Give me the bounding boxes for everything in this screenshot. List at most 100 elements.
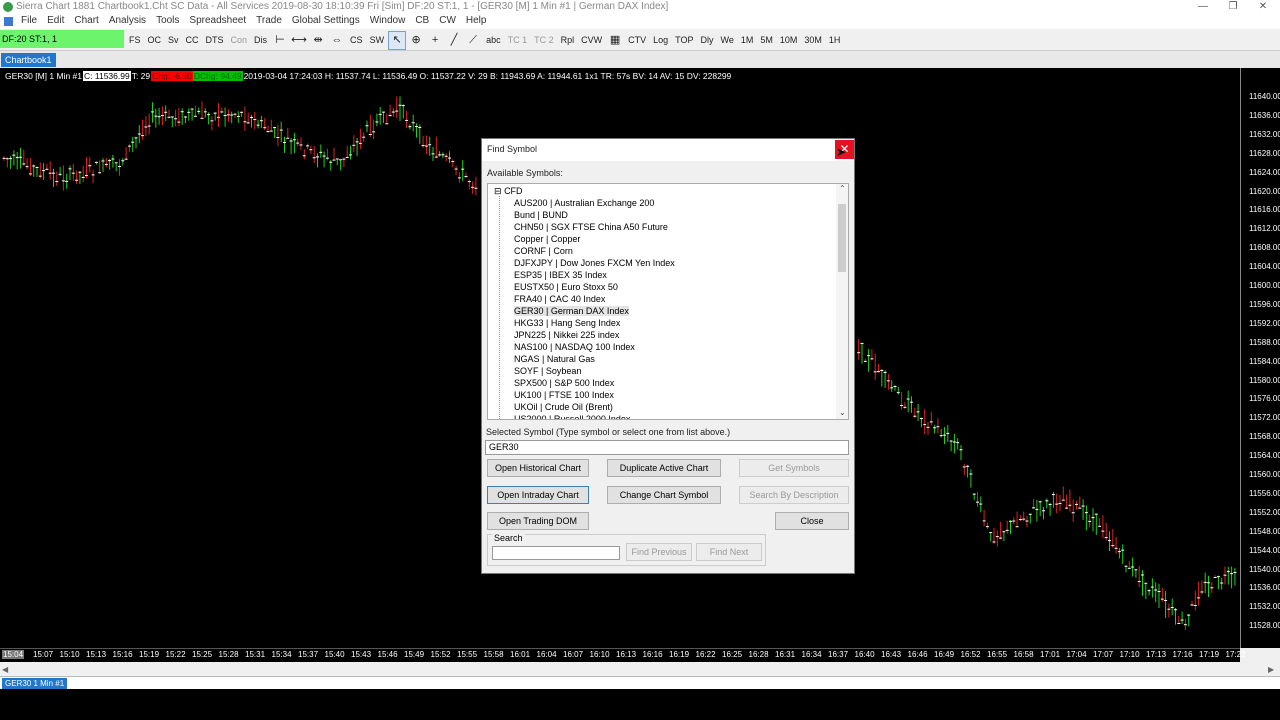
scrollbar-thumb[interactable] xyxy=(838,204,846,272)
menu-chart[interactable]: Chart xyxy=(69,15,103,26)
tab-chartbook1[interactable]: Chartbook1 xyxy=(1,53,56,67)
change-chart-symbol-button[interactable]: Change Chart Symbol xyxy=(607,486,721,504)
tree-root-cfd[interactable]: ⊟ CFD xyxy=(494,186,523,197)
menu-analysis[interactable]: Analysis xyxy=(104,15,151,26)
30m-button[interactable]: 30M xyxy=(801,31,825,50)
daily-button[interactable]: Dly xyxy=(698,31,717,50)
expand-width-icon[interactable]: ⟷ xyxy=(290,31,308,50)
symbol-list-item[interactable]: NAS100 | NASDAQ 100 Index xyxy=(514,342,635,352)
scale-width-icon[interactable]: ⊢ xyxy=(271,31,289,50)
close-window-button[interactable]: ✕ xyxy=(1248,0,1278,14)
get-symbols-button[interactable]: Get Symbols xyxy=(739,459,849,477)
info-symbol: GER30 [M] 1 Min #1 xyxy=(5,71,83,81)
ray-tool-icon[interactable]: ⟋ xyxy=(464,31,482,50)
symbol-list-item[interactable]: NGAS | Natural Gas xyxy=(514,354,595,364)
tc1-button[interactable]: TC 1 xyxy=(505,31,531,50)
horizontal-scrollbar[interactable]: ◀ ▶ xyxy=(0,662,1280,676)
symbol-list-item[interactable]: US2000 | Russell 2000 Index xyxy=(514,414,630,419)
symbol-list-item[interactable]: CHN50 | SGX FTSE China A50 Future xyxy=(514,222,668,232)
crosshair-icon[interactable]: ⊕ xyxy=(407,31,425,50)
minimize-button[interactable]: — xyxy=(1188,0,1218,14)
cross-icon[interactable]: + xyxy=(426,31,444,50)
compress-width-icon[interactable]: ⇹ xyxy=(309,31,327,50)
replay-button[interactable]: Rpl xyxy=(558,31,578,50)
symbol-list-item[interactable]: FRA40 | CAC 40 Index xyxy=(514,294,605,304)
sv-button[interactable]: Sv xyxy=(165,31,182,50)
symbol-list-item[interactable]: JPN225 | Nikkei 225 index xyxy=(514,330,619,340)
symbol-list-item[interactable]: EUSTX50 | Euro Stoxx 50 xyxy=(514,282,618,292)
symbol-list-item[interactable]: SOYF | Soybean xyxy=(514,366,581,376)
fs-button[interactable]: FS xyxy=(126,31,144,50)
duplicate-active-chart-button[interactable]: Duplicate Active Chart xyxy=(607,459,721,477)
open-historical-chart-button[interactable]: Open Historical Chart xyxy=(487,459,589,477)
symbol-list-item[interactable]: DJFXJPY | Dow Jones FXCM Yen Index xyxy=(514,258,675,268)
chart-menu-icon[interactable] xyxy=(4,17,13,26)
5m-button[interactable]: 5M xyxy=(757,31,776,50)
sw-button[interactable]: SW xyxy=(367,31,388,50)
available-symbols-label: Available Symbols: xyxy=(487,168,563,178)
cc-button[interactable]: CC xyxy=(183,31,202,50)
text-tool-button[interactable]: abc xyxy=(483,31,504,50)
log-button[interactable]: Log xyxy=(650,31,671,50)
symbol-list-item[interactable]: CORNF | Corn xyxy=(514,246,573,256)
oc-button[interactable]: OC xyxy=(145,31,165,50)
weekly-button[interactable]: We xyxy=(718,31,737,50)
open-intraday-chart-button[interactable]: Open Intraday Chart xyxy=(487,486,589,504)
price-tick-label: 11628.00 xyxy=(1249,148,1280,158)
symbol-list-item[interactable]: UK100 | FTSE 100 Index xyxy=(514,390,614,400)
menu-trade[interactable]: Trade xyxy=(251,15,287,26)
scroll-up-icon[interactable]: ⌃ xyxy=(839,184,846,193)
menu-cb[interactable]: CB xyxy=(410,15,434,26)
price-bar xyxy=(1170,598,1174,616)
tab-ger30-chart[interactable]: GER30 1 Min #1 xyxy=(2,678,68,689)
close-button[interactable]: Close xyxy=(775,512,849,530)
symbol-list-item[interactable]: SPX500 | S&P 500 Index xyxy=(514,378,614,388)
menu-tools[interactable]: Tools xyxy=(151,15,184,26)
symbol-list-item[interactable]: Copper | Copper xyxy=(514,234,580,244)
find-next-button[interactable]: Find Next xyxy=(696,543,762,561)
line-tool-icon[interactable]: ╱ xyxy=(445,31,463,50)
symbol-list-item[interactable]: AUS200 | Australian Exchange 200 xyxy=(514,198,654,208)
symbol-list-item[interactable]: Bund | BUND xyxy=(514,210,568,220)
pointer-icon[interactable]: ↖ xyxy=(388,31,407,50)
tc2-button[interactable]: TC 2 xyxy=(531,31,557,50)
selected-symbol-input[interactable]: GER30 xyxy=(485,440,849,455)
search-by-description-button[interactable]: Search By Description xyxy=(739,486,849,504)
menu-global-settings[interactable]: Global Settings xyxy=(287,15,365,26)
symbol-list-item[interactable]: UKOil | Crude Oil (Brent) xyxy=(514,402,613,412)
scroll-right-icon[interactable]: ▶ xyxy=(1268,665,1274,674)
1m-button[interactable]: 1M xyxy=(738,31,757,50)
restore-button[interactable]: ❐ xyxy=(1218,0,1248,14)
price-tick-label: 11620.00 xyxy=(1249,186,1280,196)
1h-button[interactable]: 1H xyxy=(826,31,844,50)
cs-button[interactable]: CS xyxy=(347,31,366,50)
menu-help[interactable]: Help xyxy=(461,15,492,26)
search-input[interactable] xyxy=(492,546,620,560)
connect-button[interactable]: Con xyxy=(228,31,251,50)
collapse-icon[interactable]: ⊟ xyxy=(494,186,502,196)
move-width-icon[interactable]: ⇔ xyxy=(328,31,346,50)
symbol-list-item[interactable]: GER30 | German DAX Index xyxy=(514,306,629,316)
top-button[interactable]: TOP xyxy=(672,31,696,50)
scroll-left-icon[interactable]: ◀ xyxy=(2,665,8,674)
find-previous-button[interactable]: Find Previous xyxy=(626,543,692,561)
ctv-button[interactable]: CTV xyxy=(625,31,649,50)
menu-edit[interactable]: Edit xyxy=(42,15,69,26)
10m-button[interactable]: 10M xyxy=(777,31,801,50)
menu-window[interactable]: Window xyxy=(365,15,411,26)
open-trading-dom-button[interactable]: Open Trading DOM xyxy=(487,512,589,530)
symbol-list-item[interactable]: HKG33 | Hang Seng Index xyxy=(514,318,620,328)
scroll-down-icon[interactable]: ⌄ xyxy=(839,408,846,417)
price-bar xyxy=(1230,566,1234,589)
price-bar xyxy=(124,147,128,160)
disconnect-button[interactable]: Dis xyxy=(251,31,270,50)
data-feed-status[interactable]: DF:20 ST:1, 1 xyxy=(0,30,124,48)
menu-file[interactable]: File xyxy=(16,15,42,26)
table-icon[interactable]: ▦ xyxy=(606,31,624,50)
symbol-list-item[interactable]: ESP35 | IBEX 35 Index xyxy=(514,270,607,280)
cvw-button[interactable]: CVW xyxy=(578,31,605,50)
menu-cw[interactable]: CW xyxy=(434,15,461,26)
menu-spreadsheet[interactable]: Spreadsheet xyxy=(184,15,251,26)
dts-button[interactable]: DTS xyxy=(203,31,227,50)
symbol-tree[interactable]: ⊟ CFD AUS200 | Australian Exchange 200 Bu… xyxy=(487,183,849,420)
